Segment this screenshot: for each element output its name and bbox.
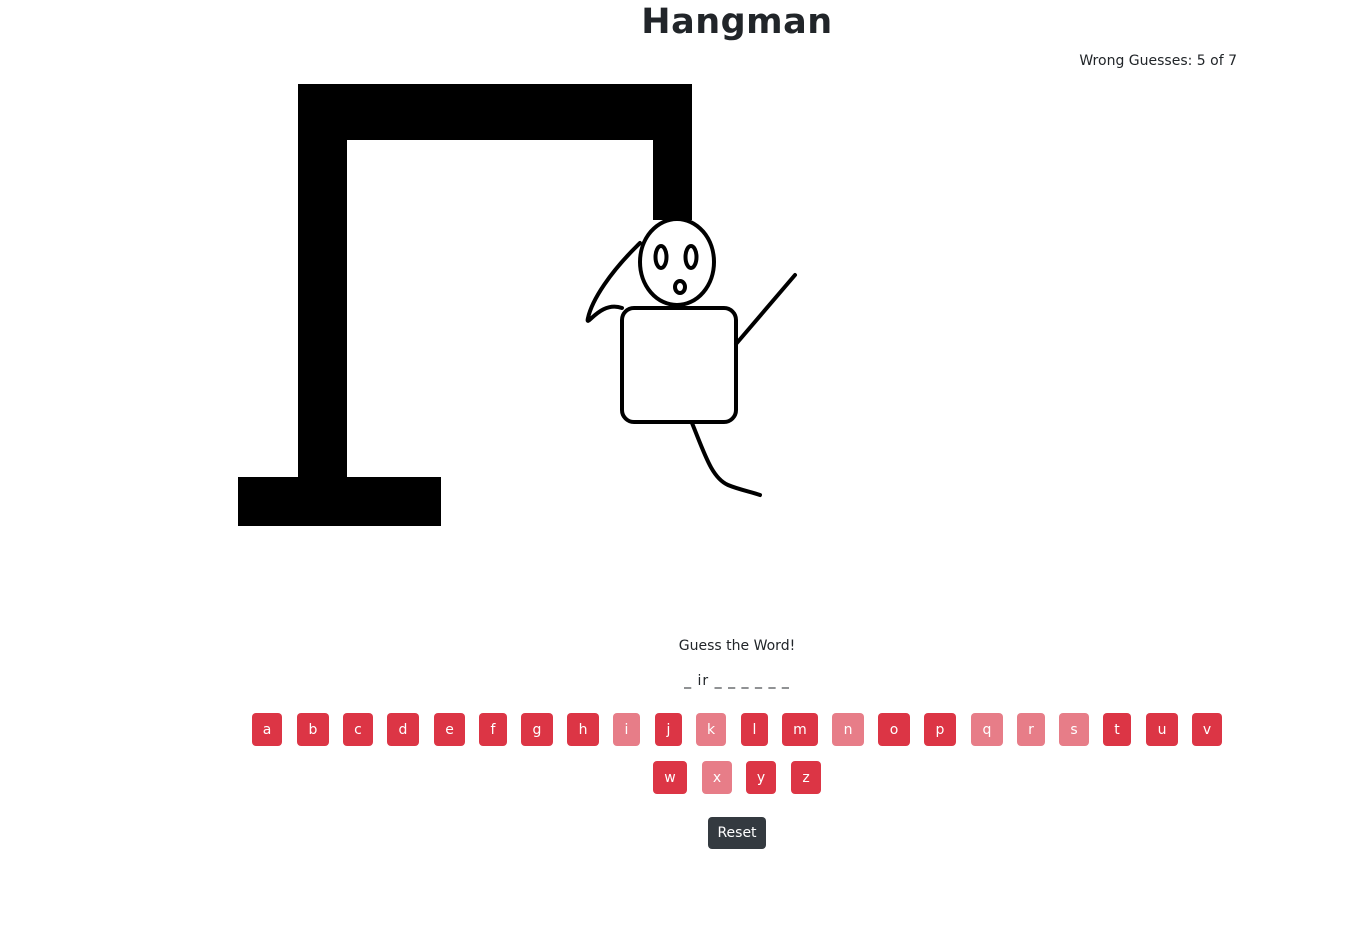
stick-figure — [585, 217, 797, 497]
letter-key-n[interactable]: n — [832, 713, 864, 746]
letter-key-s[interactable]: s — [1059, 713, 1089, 746]
gallows — [238, 84, 692, 526]
letter-key-y[interactable]: y — [746, 761, 776, 794]
letter-key-b[interactable]: b — [297, 713, 329, 746]
letter-key-j[interactable]: j — [655, 713, 682, 746]
gallows-rope — [653, 84, 692, 220]
letter-key-h[interactable]: h — [567, 713, 599, 746]
letter-key-p[interactable]: p — [924, 713, 956, 746]
letter-key-r[interactable]: r — [1017, 713, 1045, 746]
letter-key-l[interactable]: l — [741, 713, 768, 746]
letter-key-o[interactable]: o — [878, 713, 910, 746]
gallows-base — [238, 477, 441, 526]
guess-prompt: Guess the Word! — [678, 638, 796, 654]
letter-key-z[interactable]: z — [791, 761, 821, 794]
letter-key-v[interactable]: v — [1192, 713, 1222, 746]
letter-key-g[interactable]: g — [521, 713, 553, 746]
gallows-post — [298, 84, 347, 484]
letter-key-m[interactable]: m — [782, 713, 818, 746]
figure-leg — [690, 421, 762, 497]
letter-key-t[interactable]: t — [1103, 713, 1131, 746]
letter-key-d[interactable]: d — [387, 713, 419, 746]
gallows-beam — [298, 84, 692, 140]
letter-key-c[interactable]: c — [343, 713, 373, 746]
letter-key-i[interactable]: i — [613, 713, 640, 746]
figure-right-arm — [734, 273, 797, 346]
letter-key-q[interactable]: q — [971, 713, 1003, 746]
letter-key-w[interactable]: w — [653, 761, 687, 794]
letter-key-u[interactable]: u — [1146, 713, 1178, 746]
word-display: _ ir _ _ _ _ _ _ — [684, 673, 790, 689]
letter-key-x[interactable]: x — [702, 761, 732, 794]
figure-body — [620, 306, 738, 424]
letter-key-a[interactable]: a — [252, 713, 282, 746]
letter-key-k[interactable]: k — [696, 713, 726, 746]
reset-button[interactable]: Reset — [708, 817, 766, 849]
hangman-drawing — [238, 84, 797, 526]
letter-key-e[interactable]: e — [434, 713, 465, 746]
letter-key-f[interactable]: f — [479, 713, 507, 746]
